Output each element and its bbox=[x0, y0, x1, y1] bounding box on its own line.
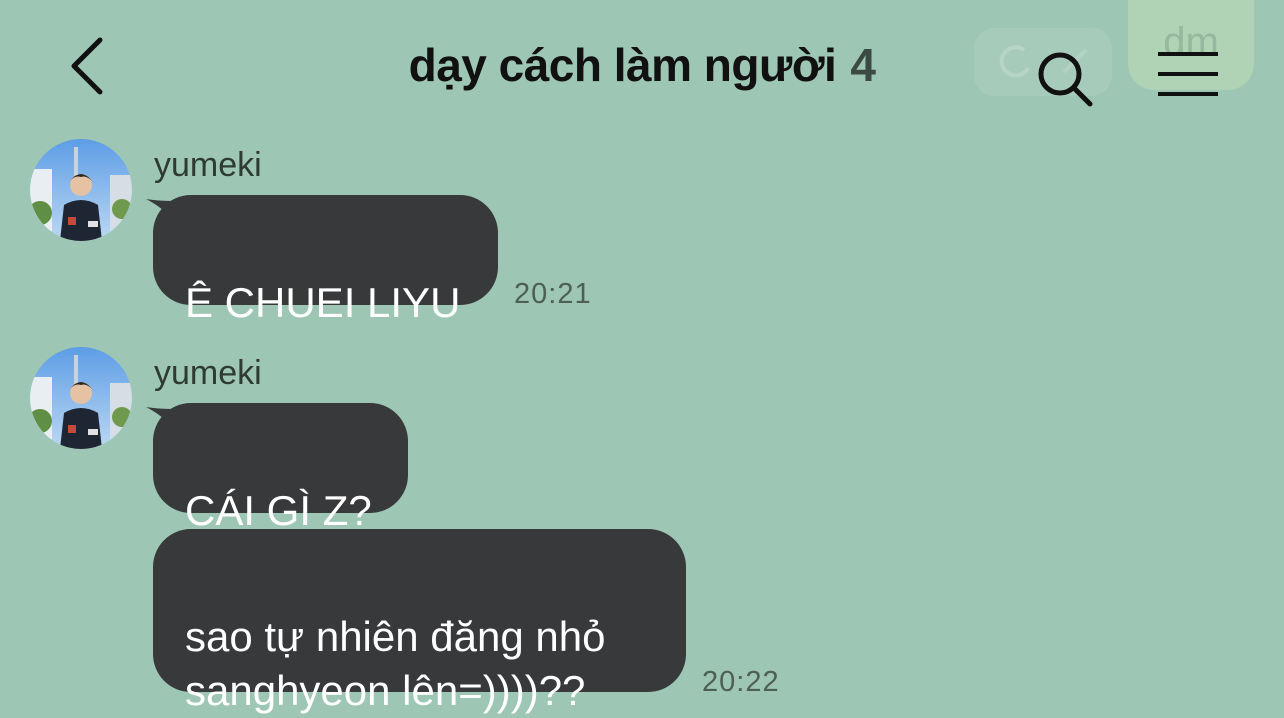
message-text: CÁI GÌ Z? bbox=[185, 487, 372, 534]
user-avatar bbox=[30, 139, 132, 241]
user-avatar bbox=[30, 347, 132, 449]
message-timestamp: 20:21 bbox=[514, 278, 592, 310]
sender-avatar[interactable] bbox=[30, 347, 132, 449]
search-button[interactable] bbox=[1034, 48, 1096, 110]
message-text: sao tự nhiên đăng nhỏ sanghyeon lên=))))… bbox=[185, 613, 606, 714]
message-bubble[interactable]: CÁI GÌ Z? bbox=[153, 403, 408, 534]
sender-name: yumeki bbox=[154, 146, 262, 184]
hamburger-menu-icon bbox=[1158, 52, 1218, 96]
message-text: Ê CHUEI LIYU bbox=[185, 279, 461, 326]
message-timestamp: 20:22 bbox=[702, 666, 780, 698]
sender-avatar[interactable] bbox=[30, 139, 132, 241]
sender-name: yumeki bbox=[154, 354, 262, 392]
member-count: 4 bbox=[850, 39, 876, 91]
search-icon bbox=[1038, 52, 1093, 107]
chevron-left-icon bbox=[71, 37, 103, 95]
message-bubble[interactable]: sao tự nhiên đăng nhỏ sanghyeon lên=))))… bbox=[153, 529, 686, 714]
message-bubble[interactable]: Ê CHUEI LIYU bbox=[153, 195, 498, 326]
menu-button[interactable] bbox=[1156, 50, 1220, 102]
back-button[interactable] bbox=[60, 30, 120, 100]
chat-header: dạy cách làm người 4 dm bbox=[0, 0, 1284, 130]
group-name[interactable]: dạy cách làm người bbox=[409, 39, 837, 91]
